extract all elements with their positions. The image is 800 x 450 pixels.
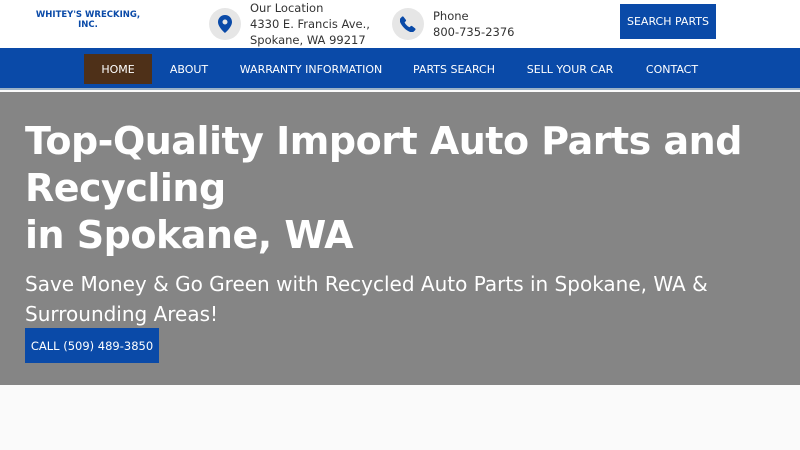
address-line-2: Spokane, WA 99217 <box>250 33 366 47</box>
phone-number[interactable]: 800-735-2376 <box>433 24 514 40</box>
nav-item-home[interactable]: HOME <box>84 54 152 84</box>
phone-label: Phone <box>433 9 469 23</box>
nav-item-parts-search[interactable]: PARTS SEARCH <box>404 54 504 84</box>
search-parts-button[interactable]: SEARCH PARTS <box>620 4 716 39</box>
logo-line-2: INC. <box>78 20 98 30</box>
call-button[interactable]: CALL (509) 489-3850 <box>25 328 159 363</box>
hero-title-line-2: Recycling <box>25 166 226 210</box>
content-area <box>0 385 800 450</box>
nav-item-sell-your-car[interactable]: SELL YOUR CAR <box>522 54 618 84</box>
nav-item-contact[interactable]: CONTACT <box>636 54 708 84</box>
address-line-1: 4330 E. Francis Ave., <box>250 17 370 31</box>
header-top-bar: WHITEY'S WRECKING, INC. Our Location 433… <box>0 0 800 48</box>
location-label: Our Location <box>250 1 324 15</box>
logo[interactable]: WHITEY'S WRECKING, INC. <box>30 10 146 30</box>
map-pin-icon <box>209 8 241 40</box>
logo-line-1: WHITEY'S WRECKING, <box>35 10 141 20</box>
phone-icon <box>392 8 424 40</box>
main-nav: HOME ABOUT WARRANTY INFORMATION PARTS SE… <box>0 48 800 90</box>
hero-banner: Top-Quality Import Auto Parts and Recycl… <box>0 92 800 385</box>
hero-subtitle: Save Money & Go Green with Recycled Auto… <box>25 272 708 326</box>
hero-title-line-1: Top-Quality Import Auto Parts and <box>25 119 742 163</box>
hero-title: Top-Quality Import Auto Parts and Recycl… <box>25 118 775 259</box>
nav-item-about[interactable]: ABOUT <box>160 54 218 84</box>
nav-item-warranty-information[interactable]: WARRANTY INFORMATION <box>236 54 386 84</box>
hero-title-line-3: in Spokane, WA <box>25 213 354 257</box>
